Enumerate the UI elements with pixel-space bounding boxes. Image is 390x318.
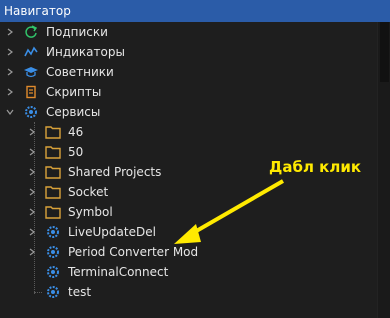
annotation-arrow-icon [174,179,284,244]
